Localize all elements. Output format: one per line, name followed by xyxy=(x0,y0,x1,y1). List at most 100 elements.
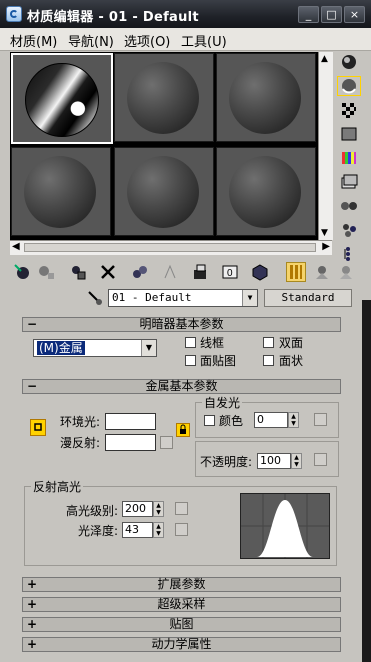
opacity-map-button[interactable] xyxy=(314,453,327,466)
sample-slot-4[interactable] xyxy=(11,147,111,236)
spinner-icon[interactable]: ▲ ▼ xyxy=(291,453,302,469)
lock-icon[interactable] xyxy=(176,423,190,437)
sample-sphere xyxy=(229,156,301,228)
minimize-button[interactable]: _ xyxy=(298,6,319,23)
show-end-result-toggle-icon[interactable] xyxy=(286,262,306,282)
self-illumination-title: 自发光 xyxy=(202,394,243,411)
backlight-icon[interactable] xyxy=(337,76,361,96)
sample-slot-2[interactable] xyxy=(114,53,214,142)
opacity-input[interactable]: 100 ▲ ▼ xyxy=(257,453,302,469)
make-preview-icon[interactable] xyxy=(337,172,361,192)
specular-level-label: 高光级别: xyxy=(66,504,119,518)
scroll-thumb[interactable] xyxy=(24,243,316,252)
scroll-right-icon[interactable]: ▶ xyxy=(322,241,330,252)
sample-vertical-scrollbar[interactable]: ▲ ▼ xyxy=(318,52,333,240)
scroll-left-icon[interactable]: ◀ xyxy=(12,241,20,252)
material-map-navigator-icon[interactable] xyxy=(337,244,361,264)
sample-sphere xyxy=(229,62,301,134)
sample-slots xyxy=(10,52,318,240)
diffuse-map-button[interactable] xyxy=(160,436,173,449)
menu-material[interactable]: 材质(M) xyxy=(10,31,57,50)
diffuse-color-swatch[interactable] xyxy=(105,434,156,451)
rollout-title: 金属基本参数 xyxy=(145,379,218,393)
sample-sphere xyxy=(25,63,99,137)
sample-slot-3[interactable] xyxy=(216,53,316,142)
material-name-field[interactable]: 01 - Default ▼ xyxy=(108,289,258,307)
rollout-dynamics-properties[interactable]: + 动力学属性 xyxy=(22,637,341,652)
maximize-button[interactable]: □ xyxy=(321,6,342,23)
faceted-checkbox[interactable] xyxy=(263,355,274,366)
shader-type-dropdown[interactable]: (M)金属 ▼ xyxy=(33,339,157,357)
pick-material-from-object-icon[interactable] xyxy=(86,289,104,307)
glossiness-map-button[interactable] xyxy=(175,523,188,536)
rollout-supersampling[interactable]: + 超级采样 xyxy=(22,597,341,612)
wire-checkbox[interactable] xyxy=(185,337,196,348)
spinner-icon[interactable]: ▲ ▼ xyxy=(153,522,164,538)
scroll-up-icon[interactable]: ▲ xyxy=(321,54,328,64)
menu-bar: 材质(M) 导航(N) 选项(O) 工具(U) xyxy=(0,28,371,51)
select-by-material-icon[interactable] xyxy=(337,220,361,240)
material-type-button[interactable]: Standard xyxy=(264,289,352,307)
specular-level-value: 200 xyxy=(125,502,146,515)
sample-horizontal-scrollbar[interactable]: ◀ ▶ xyxy=(10,240,332,255)
sample-uv-tiling-icon[interactable] xyxy=(337,124,361,144)
make-unique-icon[interactable] xyxy=(130,262,150,282)
self-illum-input[interactable]: 0 ▲ ▼ xyxy=(254,412,299,428)
put-to-library-icon[interactable] xyxy=(160,262,180,282)
options-icon[interactable] xyxy=(337,196,361,216)
material-editor-window: 材质编辑器 - 01 - Default _ □ × 材质(M) 导航(N) 选… xyxy=(0,0,371,662)
faceted-label: 面状 xyxy=(279,354,304,368)
material-id-icon[interactable] xyxy=(190,262,210,282)
scroll-down-icon[interactable]: ▼ xyxy=(321,228,328,238)
background-icon[interactable] xyxy=(337,100,361,120)
rollout-title: 贴图 xyxy=(169,617,194,631)
rollout-shader-basic[interactable]: − 明暗器基本参数 xyxy=(22,317,341,332)
show-map-in-viewport-icon[interactable]: 0 xyxy=(220,262,240,282)
sample-type-icon[interactable] xyxy=(337,52,361,72)
sample-sphere xyxy=(127,62,199,134)
glossiness-input[interactable]: 43 ▲ ▼ xyxy=(122,522,164,538)
lock-ambient-diffuse-icon[interactable] xyxy=(30,419,46,436)
menu-tools[interactable]: 工具(U) xyxy=(181,31,227,50)
face-map-checkbox[interactable] xyxy=(185,355,196,366)
go-to-parent-icon[interactable] xyxy=(312,262,332,282)
opacity-value: 100 xyxy=(260,454,281,467)
assign-to-selection-icon[interactable] xyxy=(68,262,88,282)
put-to-scene-icon[interactable] xyxy=(36,262,56,282)
window-title: 材质编辑器 - 01 - Default xyxy=(27,10,199,25)
chevron-down-icon[interactable]: ▼ xyxy=(242,290,257,306)
specular-level-input[interactable]: 200 ▲ ▼ xyxy=(122,501,164,517)
rollout-title: 明暗器基本参数 xyxy=(139,317,224,331)
self-illum-color-label: 颜色 xyxy=(219,414,244,428)
menu-options[interactable]: 选项(O) xyxy=(124,31,170,50)
spinner-icon[interactable]: ▲ ▼ xyxy=(153,501,164,517)
wire-label: 线框 xyxy=(200,336,225,350)
chevron-down-icon[interactable]: ▼ xyxy=(141,340,156,356)
get-material-icon[interactable] xyxy=(12,262,32,282)
title-bar[interactable]: 材质编辑器 - 01 - Default _ □ × xyxy=(0,0,371,28)
sample-slot-1[interactable] xyxy=(11,53,113,144)
sample-slot-5[interactable] xyxy=(114,147,214,236)
two-sided-checkbox[interactable] xyxy=(263,337,274,348)
rollout-extended-parameters[interactable]: + 扩展参数 xyxy=(22,577,341,592)
specular-highlights-title: 反射高光 xyxy=(31,478,84,495)
panel-scrollbar-track[interactable] xyxy=(362,300,371,662)
reset-map-icon[interactable] xyxy=(98,262,118,282)
highlight-curve-graph xyxy=(240,493,330,559)
self-illum-map-button[interactable] xyxy=(314,413,327,426)
menu-navigation[interactable]: 导航(N) xyxy=(68,31,114,50)
rollout-title: 超级采样 xyxy=(157,597,206,611)
rollout-metal-basic[interactable]: − 金属基本参数 xyxy=(22,379,341,394)
rollout-maps[interactable]: + 贴图 xyxy=(22,617,341,632)
ambient-color-swatch[interactable] xyxy=(105,413,156,430)
material-toolbar: 0 xyxy=(10,262,355,284)
go-forward-to-sibling-icon[interactable] xyxy=(336,262,356,282)
sample-slot-6[interactable] xyxy=(216,147,316,236)
specular-level-map-button[interactable] xyxy=(175,502,188,515)
self-illum-color-checkbox[interactable] xyxy=(204,415,215,426)
show-end-result-icon[interactable] xyxy=(250,262,270,282)
spinner-icon[interactable]: ▲ ▼ xyxy=(288,412,299,428)
close-button[interactable]: × xyxy=(344,6,365,23)
video-color-check-icon[interactable] xyxy=(337,148,361,168)
sample-sphere xyxy=(24,156,96,228)
